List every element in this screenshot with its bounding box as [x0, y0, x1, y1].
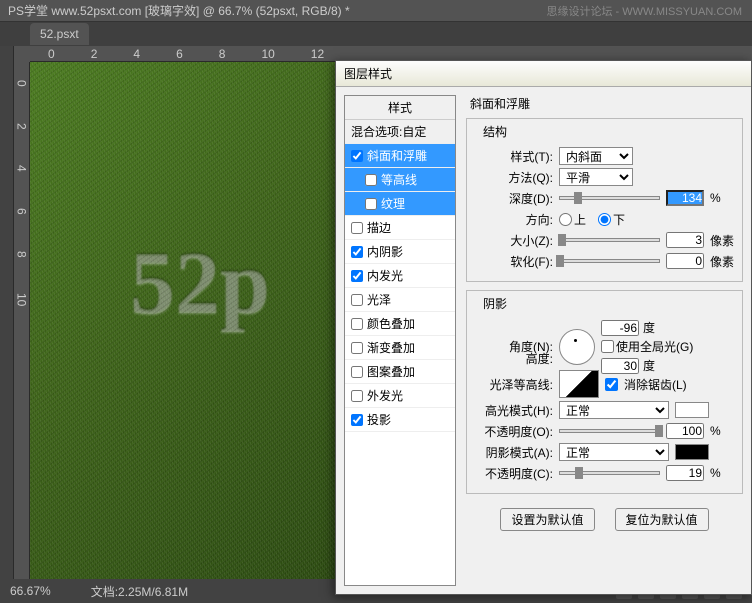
zoom-level[interactable]: 66.67%: [10, 584, 51, 598]
style-item[interactable]: 等高线: [345, 168, 455, 192]
style-checkbox[interactable]: [351, 366, 363, 378]
style-label: 渐变叠加: [367, 339, 415, 356]
style-item[interactable]: 投影: [345, 408, 455, 432]
style-checkbox[interactable]: [365, 198, 377, 210]
style-item[interactable]: 描边: [345, 216, 455, 240]
document-tab[interactable]: 52.psxt: [30, 23, 89, 45]
style-item[interactable]: 图案叠加: [345, 360, 455, 384]
glass-text: 52p: [130, 232, 270, 335]
style-checkbox[interactable]: [351, 390, 363, 402]
depth-input[interactable]: [666, 190, 704, 206]
shadow-opacity-slider[interactable]: [559, 471, 660, 475]
style-label: 纹理: [381, 195, 405, 212]
angle-widget[interactable]: [559, 329, 595, 365]
direction-up-radio[interactable]: 上: [559, 211, 586, 228]
dialog-title[interactable]: 图层样式: [336, 61, 751, 87]
structure-group: 结构 样式(T):内斜面 方法(Q):平滑 深度(D):% 方向:上下 大小(Z…: [466, 118, 743, 282]
style-label: 光泽: [367, 291, 391, 308]
watermark: 思缘设计论坛 - WWW.MISSYUAN.COM: [546, 3, 742, 19]
style-checkbox[interactable]: [351, 318, 363, 330]
style-label: 描边: [367, 219, 391, 236]
style-checkbox[interactable]: [351, 222, 363, 234]
style-item[interactable]: 颜色叠加: [345, 312, 455, 336]
styles-list: 样式 混合选项:自定 斜面和浮雕等高线纹理描边内阴影内发光光泽颜色叠加渐变叠加图…: [344, 95, 456, 586]
blending-options[interactable]: 混合选项:自定: [345, 120, 455, 144]
style-checkbox[interactable]: [351, 414, 363, 426]
gloss-contour[interactable]: [559, 370, 599, 398]
layer-style-dialog: 图层样式 样式 混合选项:自定 斜面和浮雕等高线纹理描边内阴影内发光光泽颜色叠加…: [335, 60, 752, 595]
shading-group: 阴影 角度(N): 度 使用全局光(G) 度 高度: 光泽等高线:消除锯齿(L)…: [466, 290, 743, 494]
title-bar: PS学堂 www.52psxt.com [玻璃字效] @ 66.7% (52ps…: [0, 0, 752, 22]
highlight-opacity-slider[interactable]: [559, 429, 660, 433]
style-label: 等高线: [381, 171, 417, 188]
depth-slider[interactable]: [559, 196, 660, 200]
soften-slider[interactable]: [559, 259, 660, 263]
style-checkbox[interactable]: [351, 294, 363, 306]
style-item[interactable]: 纹理: [345, 192, 455, 216]
tab-bar: 52.psxt: [0, 22, 752, 46]
style-checkbox[interactable]: [351, 246, 363, 258]
ruler-vertical: 0246810: [14, 62, 30, 579]
soften-input[interactable]: [666, 253, 704, 269]
style-label: 外发光: [367, 387, 403, 404]
style-label: 投影: [367, 411, 391, 428]
highlight-opacity-input[interactable]: [666, 423, 704, 439]
style-item[interactable]: 渐变叠加: [345, 336, 455, 360]
doc-info: 文档:2.25M/6.81M: [91, 583, 188, 600]
shadow-color-swatch[interactable]: [675, 444, 709, 460]
effect-panel: 斜面和浮雕 结构 样式(T):内斜面 方法(Q):平滑 深度(D):% 方向:上…: [466, 95, 743, 586]
style-item[interactable]: 外发光: [345, 384, 455, 408]
style-label: 内阴影: [367, 243, 403, 260]
technique-select[interactable]: 平滑: [559, 168, 633, 186]
style-item[interactable]: 斜面和浮雕: [345, 144, 455, 168]
styles-header: 样式: [345, 96, 455, 120]
style-item[interactable]: 光泽: [345, 288, 455, 312]
make-default-button[interactable]: 设置为默认值: [500, 508, 594, 531]
style-label: 斜面和浮雕: [367, 147, 427, 164]
style-checkbox[interactable]: [351, 342, 363, 354]
shadow-mode-select[interactable]: 正常: [559, 443, 669, 461]
altitude-input[interactable]: [601, 358, 639, 374]
antialias-checkbox[interactable]: [605, 378, 618, 391]
style-item[interactable]: 内阴影: [345, 240, 455, 264]
style-label: 颜色叠加: [367, 315, 415, 332]
size-input[interactable]: [666, 232, 704, 248]
style-label: 图案叠加: [367, 363, 415, 380]
effect-panel-title: 斜面和浮雕: [466, 95, 743, 114]
style-label: 内发光: [367, 267, 403, 284]
angle-input[interactable]: [601, 320, 639, 336]
toolbox[interactable]: [0, 46, 14, 579]
bevel-style-select[interactable]: 内斜面: [559, 147, 633, 165]
shadow-opacity-input[interactable]: [666, 465, 704, 481]
style-checkbox[interactable]: [351, 150, 363, 162]
highlight-color-swatch[interactable]: [675, 402, 709, 418]
style-item[interactable]: 内发光: [345, 264, 455, 288]
reset-default-button[interactable]: 复位为默认值: [615, 508, 709, 531]
style-checkbox[interactable]: [365, 174, 377, 186]
highlight-mode-select[interactable]: 正常: [559, 401, 669, 419]
style-checkbox[interactable]: [351, 270, 363, 282]
global-light-checkbox[interactable]: [601, 340, 614, 353]
size-slider[interactable]: [559, 238, 660, 242]
direction-down-radio[interactable]: 下: [598, 211, 625, 228]
